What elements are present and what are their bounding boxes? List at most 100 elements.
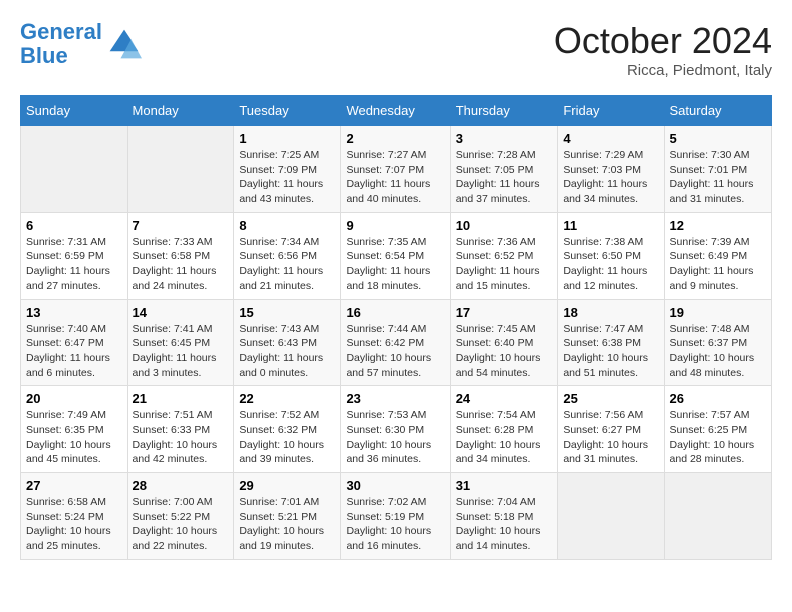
day-number: 13	[26, 305, 122, 320]
day-info: Sunrise: 7:00 AMSunset: 5:22 PMDaylight:…	[133, 495, 229, 554]
location: Ricca, Piedmont, Italy	[554, 62, 772, 79]
day-info: Sunrise: 7:30 AMSunset: 7:01 PMDaylight:…	[670, 148, 766, 207]
month-title: October 2024	[554, 20, 772, 62]
page-header: GeneralBlue October 2024 Ricca, Piedmont…	[20, 20, 772, 79]
day-number: 29	[239, 478, 335, 493]
calendar-cell	[127, 126, 234, 213]
calendar-cell: 14Sunrise: 7:41 AMSunset: 6:45 PMDayligh…	[127, 299, 234, 386]
day-number: 11	[563, 218, 658, 233]
title-block: October 2024 Ricca, Piedmont, Italy	[554, 20, 772, 79]
calendar-cell	[558, 473, 664, 560]
calendar-cell	[21, 126, 128, 213]
day-info: Sunrise: 6:58 AMSunset: 5:24 PMDaylight:…	[26, 495, 122, 554]
calendar-cell: 8 Sunrise: 7:34 AMSunset: 6:56 PMDaylight…	[234, 212, 341, 299]
day-info: Sunrise: 7:01 AMSunset: 5:21 PMDaylight:…	[239, 495, 335, 554]
day-number: 28	[133, 478, 229, 493]
day-info: Sunrise: 7:51 AMSunset: 6:33 PMDaylight:…	[133, 408, 229, 467]
day-number: 12	[670, 218, 766, 233]
day-info: Sunrise: 7:54 AMSunset: 6:28 PMDaylight:…	[456, 408, 553, 467]
calendar-cell: 4 Sunrise: 7:29 AMSunset: 7:03 PMDaylight…	[558, 126, 664, 213]
calendar-week-row: 6Sunrise: 7:31 AMSunset: 6:59 PMDaylight…	[21, 212, 772, 299]
calendar-cell: 11 Sunrise: 7:38 AMSunset: 6:50 PMDayligh…	[558, 212, 664, 299]
day-info: Sunrise: 7:35 AMSunset: 6:54 PMDaylight:…	[346, 235, 444, 294]
day-info: Sunrise: 7:38 AMSunset: 6:50 PMDaylight:…	[563, 235, 658, 294]
calendar-header-row: SundayMondayTuesdayWednesdayThursdayFrid…	[21, 96, 772, 126]
calendar-cell: 7 Sunrise: 7:33 AMSunset: 6:58 PMDaylight…	[127, 212, 234, 299]
day-number: 27	[26, 478, 122, 493]
logo: GeneralBlue	[20, 20, 142, 68]
calendar-week-row: 13 Sunrise: 7:40 AMSunset: 6:47 PMDayligh…	[21, 299, 772, 386]
day-header-wednesday: Wednesday	[341, 96, 450, 126]
day-number: 4	[563, 131, 658, 146]
day-number: 26	[670, 391, 766, 406]
day-info: Sunrise: 7:52 AMSunset: 6:32 PMDaylight:…	[239, 408, 335, 467]
day-info: Sunrise: 7:39 AMSunset: 6:49 PMDaylight:…	[670, 235, 766, 294]
day-number: 8	[239, 218, 335, 233]
calendar-week-row: 1 Sunrise: 7:25 AMSunset: 7:09 PMDaylight…	[21, 126, 772, 213]
day-info: Sunrise: 7:43 AMSunset: 6:43 PMDaylight:…	[239, 322, 335, 381]
day-number: 18	[563, 305, 658, 320]
day-number: 31	[456, 478, 553, 493]
day-info: Sunrise: 7:40 AMSunset: 6:47 PMDaylight:…	[26, 322, 122, 381]
logo-text: GeneralBlue	[20, 20, 102, 68]
day-number: 17	[456, 305, 553, 320]
day-number: 2	[346, 131, 444, 146]
day-header-monday: Monday	[127, 96, 234, 126]
calendar-cell	[664, 473, 771, 560]
day-header-sunday: Sunday	[21, 96, 128, 126]
day-info: Sunrise: 7:28 AMSunset: 7:05 PMDaylight:…	[456, 148, 553, 207]
calendar-cell: 20Sunrise: 7:49 AMSunset: 6:35 PMDayligh…	[21, 386, 128, 473]
day-info: Sunrise: 7:27 AMSunset: 7:07 PMDaylight:…	[346, 148, 444, 207]
day-number: 24	[456, 391, 553, 406]
day-info: Sunrise: 7:36 AMSunset: 6:52 PMDaylight:…	[456, 235, 553, 294]
calendar-cell: 29 Sunrise: 7:01 AMSunset: 5:21 PMDayligh…	[234, 473, 341, 560]
day-number: 5	[670, 131, 766, 146]
day-info: Sunrise: 7:33 AMSunset: 6:58 PMDaylight:…	[133, 235, 229, 294]
calendar-cell: 15 Sunrise: 7:43 AMSunset: 6:43 PMDayligh…	[234, 299, 341, 386]
calendar-week-row: 20Sunrise: 7:49 AMSunset: 6:35 PMDayligh…	[21, 386, 772, 473]
calendar-cell: 3Sunrise: 7:28 AMSunset: 7:05 PMDaylight…	[450, 126, 558, 213]
day-info: Sunrise: 7:49 AMSunset: 6:35 PMDaylight:…	[26, 408, 122, 467]
calendar-cell: 9 Sunrise: 7:35 AMSunset: 6:54 PMDaylight…	[341, 212, 450, 299]
day-number: 22	[239, 391, 335, 406]
day-info: Sunrise: 7:25 AMSunset: 7:09 PMDaylight:…	[239, 148, 335, 207]
day-info: Sunrise: 7:02 AMSunset: 5:19 PMDaylight:…	[346, 495, 444, 554]
day-info: Sunrise: 7:48 AMSunset: 6:37 PMDaylight:…	[670, 322, 766, 381]
calendar-cell: 30 Sunrise: 7:02 AMSunset: 5:19 PMDayligh…	[341, 473, 450, 560]
day-info: Sunrise: 7:47 AMSunset: 6:38 PMDaylight:…	[563, 322, 658, 381]
calendar-cell: 27 Sunrise: 6:58 AMSunset: 5:24 PMDayligh…	[21, 473, 128, 560]
day-info: Sunrise: 7:29 AMSunset: 7:03 PMDaylight:…	[563, 148, 658, 207]
day-header-saturday: Saturday	[664, 96, 771, 126]
day-number: 16	[346, 305, 444, 320]
day-info: Sunrise: 7:44 AMSunset: 6:42 PMDaylight:…	[346, 322, 444, 381]
day-info: Sunrise: 7:57 AMSunset: 6:25 PMDaylight:…	[670, 408, 766, 467]
day-number: 15	[239, 305, 335, 320]
calendar-cell: 21Sunrise: 7:51 AMSunset: 6:33 PMDayligh…	[127, 386, 234, 473]
calendar-cell: 6Sunrise: 7:31 AMSunset: 6:59 PMDaylight…	[21, 212, 128, 299]
day-info: Sunrise: 7:31 AMSunset: 6:59 PMDaylight:…	[26, 235, 122, 294]
calendar-cell: 2 Sunrise: 7:27 AMSunset: 7:07 PMDaylight…	[341, 126, 450, 213]
calendar-cell: 18 Sunrise: 7:47 AMSunset: 6:38 PMDayligh…	[558, 299, 664, 386]
day-header-tuesday: Tuesday	[234, 96, 341, 126]
calendar-table: SundayMondayTuesdayWednesdayThursdayFrid…	[20, 95, 772, 560]
logo-icon	[106, 26, 142, 62]
calendar-cell: 5 Sunrise: 7:30 AMSunset: 7:01 PMDaylight…	[664, 126, 771, 213]
calendar-cell: 12 Sunrise: 7:39 AMSunset: 6:49 PMDayligh…	[664, 212, 771, 299]
day-number: 1	[239, 131, 335, 146]
calendar-cell: 24 Sunrise: 7:54 AMSunset: 6:28 PMDayligh…	[450, 386, 558, 473]
day-number: 23	[346, 391, 444, 406]
day-info: Sunrise: 7:56 AMSunset: 6:27 PMDaylight:…	[563, 408, 658, 467]
calendar-cell: 28 Sunrise: 7:00 AMSunset: 5:22 PMDayligh…	[127, 473, 234, 560]
calendar-cell: 31Sunrise: 7:04 AMSunset: 5:18 PMDayligh…	[450, 473, 558, 560]
day-info: Sunrise: 7:45 AMSunset: 6:40 PMDaylight:…	[456, 322, 553, 381]
calendar-cell: 26 Sunrise: 7:57 AMSunset: 6:25 PMDayligh…	[664, 386, 771, 473]
calendar-cell: 1 Sunrise: 7:25 AMSunset: 7:09 PMDaylight…	[234, 126, 341, 213]
day-number: 9	[346, 218, 444, 233]
calendar-week-row: 27 Sunrise: 6:58 AMSunset: 5:24 PMDayligh…	[21, 473, 772, 560]
day-number: 19	[670, 305, 766, 320]
day-number: 7	[133, 218, 229, 233]
day-info: Sunrise: 7:34 AMSunset: 6:56 PMDaylight:…	[239, 235, 335, 294]
day-number: 25	[563, 391, 658, 406]
day-number: 30	[346, 478, 444, 493]
day-info: Sunrise: 7:41 AMSunset: 6:45 PMDaylight:…	[133, 322, 229, 381]
